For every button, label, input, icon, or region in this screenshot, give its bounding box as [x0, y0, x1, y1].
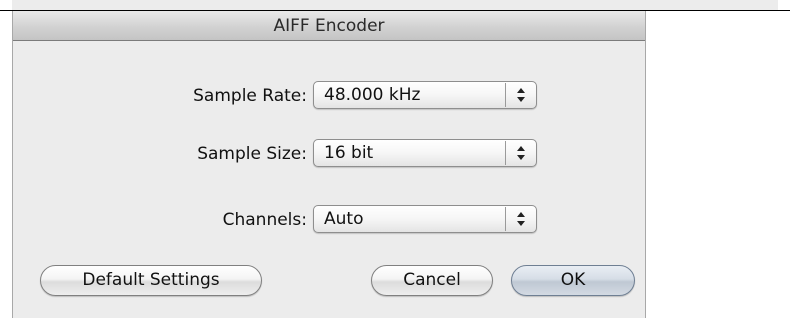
sample-rate-popup[interactable]: 48.000 kHz [313, 81, 537, 109]
channels-label: Channels: [222, 210, 307, 230]
default-settings-button[interactable]: Default Settings [40, 265, 262, 296]
dialog-title: AIFF Encoder [273, 16, 385, 36]
sample-size-popup[interactable]: 16 bit [313, 139, 537, 167]
sample-rate-row: Sample Rate: 48.000 kHz [13, 81, 645, 111]
channels-value: Auto [324, 209, 364, 229]
channels-popup[interactable]: Auto [313, 205, 537, 233]
dialog-titlebar[interactable]: AIFF Encoder [13, 11, 645, 41]
sample-rate-value: 48.000 kHz [324, 85, 421, 105]
sample-size-value: 16 bit [324, 143, 374, 163]
aiff-encoder-dialog: AIFF Encoder Sample Rate: 48.000 kHz Sam… [12, 11, 646, 318]
channels-row: Channels: Auto [13, 205, 645, 235]
sample-rate-label: Sample Rate: [193, 86, 307, 106]
screenshot-page: AIFF Encoder Sample Rate: 48.000 kHz Sam… [0, 0, 790, 318]
up-down-arrows-icon [517, 88, 525, 102]
sample-size-label: Sample Size: [197, 144, 307, 164]
sample-size-row: Sample Size: 16 bit [13, 139, 645, 169]
up-down-arrows-icon [517, 212, 525, 226]
up-down-arrows-icon [517, 146, 525, 160]
ok-button[interactable]: OK [511, 265, 635, 296]
cancel-button[interactable]: Cancel [371, 265, 493, 296]
